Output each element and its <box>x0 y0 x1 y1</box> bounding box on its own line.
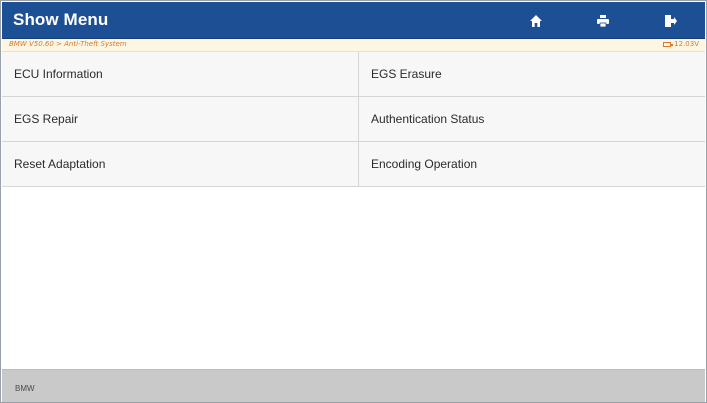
menu-item-label: Authentication Status <box>371 112 485 126</box>
battery-icon <box>663 41 674 47</box>
breadcrumb: BMW V50.60 > Anti-Theft System <box>9 40 127 48</box>
menu-item-reset-adaptation[interactable]: Reset Adaptation <box>2 142 359 187</box>
menu-item-encoding-operation[interactable]: Encoding Operation <box>359 142 705 187</box>
menu-item-ecu-information[interactable]: ECU Information <box>2 52 359 97</box>
status-bar: BMW V50.60 > Anti-Theft System 12.03V <box>2 39 705 52</box>
menu-item-label: Encoding Operation <box>371 157 478 171</box>
exit-icon[interactable] <box>660 11 680 31</box>
menu-item-label: ECU Information <box>14 67 103 81</box>
menu-item-label: EGS Repair <box>14 112 79 126</box>
footer-label: BMW <box>15 384 35 393</box>
menu-item-label: EGS Erasure <box>371 67 442 81</box>
battery-voltage: 12.03V <box>674 40 699 48</box>
print-icon[interactable] <box>593 11 613 31</box>
menu-item-egs-erasure[interactable]: EGS Erasure <box>359 52 705 97</box>
content-area <box>2 187 705 369</box>
function-menu: ECU Information EGS Erasure EGS Repair A… <box>2 52 705 187</box>
menu-item-authentication-status[interactable]: Authentication Status <box>359 97 705 142</box>
title-bar: Show Menu <box>2 2 705 39</box>
app-window: Show Menu BMW V50.60 > Anti-Theft System… <box>0 0 707 403</box>
menu-item-label: Reset Adaptation <box>14 157 106 171</box>
menu-item-egs-repair[interactable]: EGS Repair <box>2 97 359 142</box>
battery-status: 12.03V <box>663 40 699 48</box>
footer-bar: BMW <box>2 369 705 402</box>
home-icon[interactable] <box>526 11 546 31</box>
page-title: Show Menu <box>13 10 109 29</box>
